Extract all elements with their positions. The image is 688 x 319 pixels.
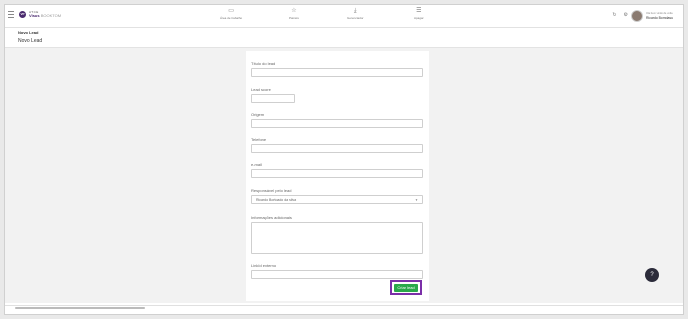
breadcrumb: Novo Lead [18,30,39,35]
refresh-icon[interactable]: ↻ [612,12,616,18]
responsavel-select[interactable]: Ricardo Bortoado da silva ▼ [251,195,423,204]
list-icon: ☰ [416,8,422,14]
page-title: Novo Lead [18,38,43,44]
help-icon[interactable]: ? [645,268,659,282]
user-name: Ricardo Bomdasu [646,16,673,20]
avatar [631,10,644,22]
nav-apagar[interactable]: ☰ Apagar [414,8,424,20]
titulo-input[interactable] [251,68,423,77]
linkid-input[interactable] [251,270,423,279]
nav-gerenciador[interactable]: ⤓ Gerenciador [347,8,364,20]
nav-label: Apagar [414,16,424,20]
titulo-label: Título do lead [251,61,276,66]
create-lead-button[interactable]: Criar lead [394,283,418,292]
origem-input[interactable] [251,119,423,128]
logo-brand: Visus [29,13,40,18]
score-label: Lead score [251,87,271,92]
logo-mark: VP [19,10,26,18]
responsavel-label: Responsável pelo lead [251,188,292,193]
logo[interactable]: VP ATCE Visus BOOKTOM [19,10,61,18]
origem-label: Origem [251,112,265,117]
nav-label: Painéis [289,16,299,20]
download-icon: ⤓ [353,8,357,14]
email-input[interactable] [251,169,423,178]
responsavel-value: Ricardo Bortoado da silva [256,198,297,202]
informacoes-textarea[interactable] [251,222,423,254]
score-input[interactable] [251,94,295,103]
nav-paineis[interactable]: ☆ Painéis [289,8,299,20]
app-window: VP ATCE Visus BOOKTOM ▭ Área de trabalho… [4,4,684,315]
user-menu[interactable]: Ola bem vindo de volta Ricardo Bomdasu [631,10,673,22]
nav-area-trabalho[interactable]: ▭ Área de trabalho [220,8,242,20]
logo-suffix: BOOKTOM [40,13,62,18]
telefone-input[interactable] [251,144,423,153]
nav-label: Gerenciador [347,16,364,20]
monitor-icon: ▭ [228,8,234,14]
email-label: e-mail [251,162,262,167]
new-lead-form: Título do lead Lead score Origem Telefon… [246,51,429,301]
menu-icon[interactable] [8,11,14,18]
star-icon: ☆ [291,8,297,14]
top-bar: VP ATCE Visus BOOKTOM ▭ Área de trabalho… [5,5,683,28]
telefone-label: Telefone [251,137,267,142]
gear-icon[interactable]: ⚙ [624,12,628,18]
nav-label: Área de trabalho [220,16,243,20]
submit-highlight: Criar lead [390,280,422,295]
linkid-label: LinkId externo [251,263,277,268]
informacoes-label: Informações adicionais [251,215,292,220]
chevron-down-icon: ▼ [415,198,418,202]
horizontal-scrollbar[interactable] [15,307,145,309]
